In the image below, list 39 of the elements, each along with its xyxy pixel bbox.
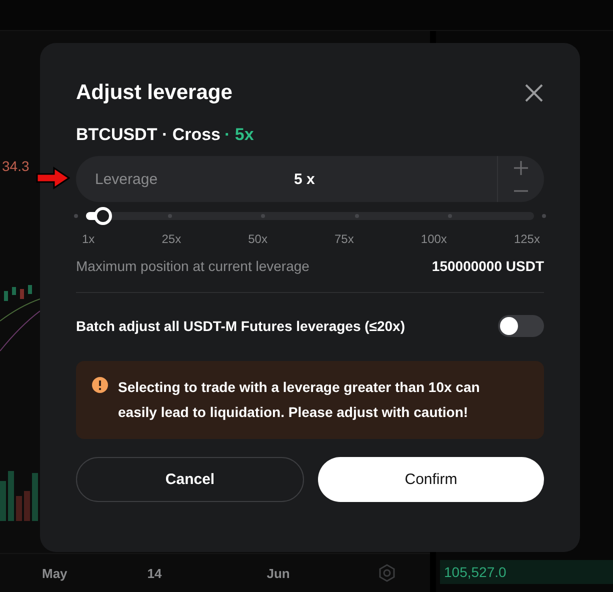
candle: [12, 287, 16, 295]
candle: [28, 285, 32, 294]
tick-label: 75x: [334, 232, 354, 246]
slider-thumb[interactable]: [94, 207, 112, 225]
axis-label: 14: [147, 566, 162, 580]
dialog-title: Adjust leverage: [76, 81, 232, 105]
price-label: 34.3: [2, 158, 30, 174]
cancel-button[interactable]: Cancel: [76, 457, 304, 502]
warning-icon: [92, 377, 108, 393]
volume-bar: [16, 496, 22, 521]
volume-bar: [8, 471, 14, 521]
tick-label: 25x: [162, 232, 182, 246]
order-book-price: 105,527.0: [440, 560, 613, 584]
field-value: 5 x: [294, 170, 316, 188]
confirm-button[interactable]: Confirm: [318, 457, 544, 502]
symbol-label: BTCUSDT · Cross: [76, 125, 221, 145]
leverage-field[interactable]: Leverage 5 x: [76, 156, 544, 202]
leverage-tag: · 5x: [224, 125, 254, 145]
volume-bar: [24, 491, 30, 521]
axis-label: May: [42, 566, 68, 580]
batch-adjust-label: Batch adjust all USDT-M Futures leverages (≤20x): [76, 318, 405, 334]
arrow-icon: [36, 166, 70, 190]
batch-adjust-toggle[interactable]: [498, 315, 544, 337]
close-icon[interactable]: [524, 83, 544, 103]
tick-label: 50x: [248, 232, 268, 246]
volume-bar: [32, 473, 38, 521]
tick-label: 125x: [514, 232, 540, 246]
max-position-label: Maximum position at current leverage: [76, 258, 310, 274]
tick-label: 100x: [420, 232, 447, 246]
volume-bar: [0, 481, 6, 521]
tick-label: 1x: [82, 232, 95, 246]
candle: [20, 289, 24, 299]
field-label: Leverage: [95, 170, 159, 188]
axis-label: Jun: [266, 566, 290, 580]
slider-track[interactable]: [76, 206, 544, 226]
max-position-value: 150000000 USDT: [432, 258, 544, 274]
warning-text: Selecting to trade with a leverage greater than 10x can easily lead to liquidation. Please adjust with caution!: [118, 378, 481, 422]
candle: [4, 291, 8, 301]
plus-icon[interactable]: [514, 160, 528, 174]
